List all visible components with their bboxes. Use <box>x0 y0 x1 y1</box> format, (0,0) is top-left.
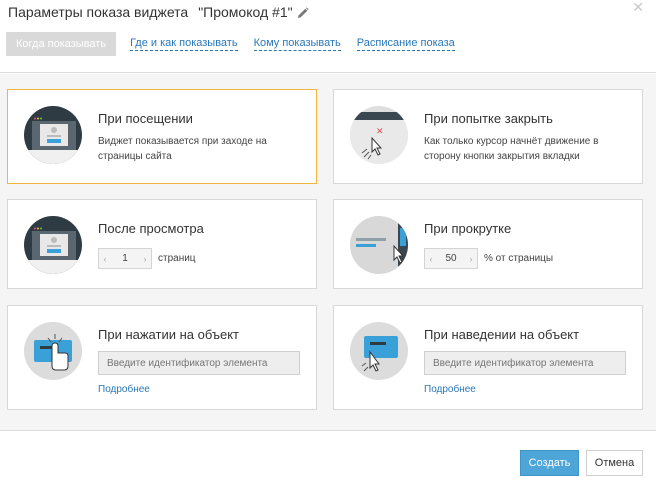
card-title: При попытке закрыть <box>424 111 553 126</box>
browser-window-icon <box>24 216 82 274</box>
close-icon[interactable]: ✕ <box>632 0 644 14</box>
tab-where[interactable]: Где и как показывать <box>130 37 238 51</box>
widget-name: "Промокод #1" <box>198 4 293 20</box>
more-link[interactable]: Подробнее <box>424 384 476 395</box>
stepper-unit: страниц <box>158 253 196 264</box>
card-title: При нажатии на объект <box>98 327 239 342</box>
chevron-right-icon[interactable]: › <box>139 254 151 264</box>
element-id-input[interactable] <box>98 351 300 375</box>
dialog-title: Параметры показа виджета <box>8 4 189 20</box>
card-description: Как только курсор начнёт движение в стор… <box>424 136 599 162</box>
card-title: При посещении <box>98 111 193 126</box>
percent-stepper[interactable]: ‹ 50 › <box>424 248 478 269</box>
hover-button-icon <box>350 322 408 380</box>
option-on-visit[interactable]: При посещении Виджет показывается при за… <box>7 89 317 184</box>
chevron-right-icon[interactable]: › <box>465 254 477 264</box>
tabs-bar: Когда показывать Где и как показывать Ко… <box>6 32 471 56</box>
browser-window-icon <box>24 106 82 164</box>
svg-text:✕: ✕ <box>376 127 384 137</box>
stepper-unit: % от страницы <box>484 253 554 264</box>
stepper-value[interactable]: 50 <box>437 253 465 264</box>
element-id-input[interactable] <box>424 351 626 375</box>
card-title: При наведении на объект <box>424 327 580 342</box>
card-title: После просмотра <box>98 221 204 236</box>
pages-stepper[interactable]: ‹ 1 › <box>98 248 152 269</box>
create-button[interactable]: Создать <box>520 450 579 476</box>
options-area: При посещении Виджет показывается при за… <box>0 74 656 430</box>
option-on-exit-intent[interactable]: ✕ При попытке закрыть Как только курсор … <box>333 89 643 184</box>
option-on-scroll[interactable]: При прокрутке ‹ 50 › % от страницы <box>333 199 643 289</box>
dialog-footer: Создать Отмена <box>0 430 656 482</box>
cancel-button[interactable]: Отмена <box>586 450 643 476</box>
card-title: При прокрутке <box>424 221 512 236</box>
option-after-pageviews[interactable]: После просмотра ‹ 1 › страниц <box>7 199 317 289</box>
pencil-icon[interactable] <box>297 6 309 18</box>
tab-schedule[interactable]: Расписание показа <box>356 37 455 51</box>
option-on-element-click[interactable]: При нажатии на объект Подробнее <box>7 305 317 410</box>
chevron-left-icon[interactable]: ‹ <box>99 254 111 264</box>
option-on-element-hover[interactable]: При наведении на объект Подробнее <box>333 305 643 410</box>
more-link[interactable]: Подробнее <box>98 384 150 395</box>
close-tab-cursor-icon: ✕ <box>350 106 408 164</box>
chevron-left-icon[interactable]: ‹ <box>425 254 437 264</box>
click-button-icon <box>24 322 82 380</box>
stepper-value[interactable]: 1 <box>111 253 139 264</box>
scroll-cursor-icon <box>350 216 408 274</box>
tab-whom[interactable]: Кому показывать <box>253 37 341 51</box>
dialog-header: Параметры показа виджета "Промокод #1" ✕… <box>0 0 656 73</box>
card-description: Виджет показывается при заходе на страни… <box>98 136 267 162</box>
dialog-title-row: Параметры показа виджета "Промокод #1" <box>8 4 309 20</box>
tab-when[interactable]: Когда показывать <box>6 32 117 56</box>
